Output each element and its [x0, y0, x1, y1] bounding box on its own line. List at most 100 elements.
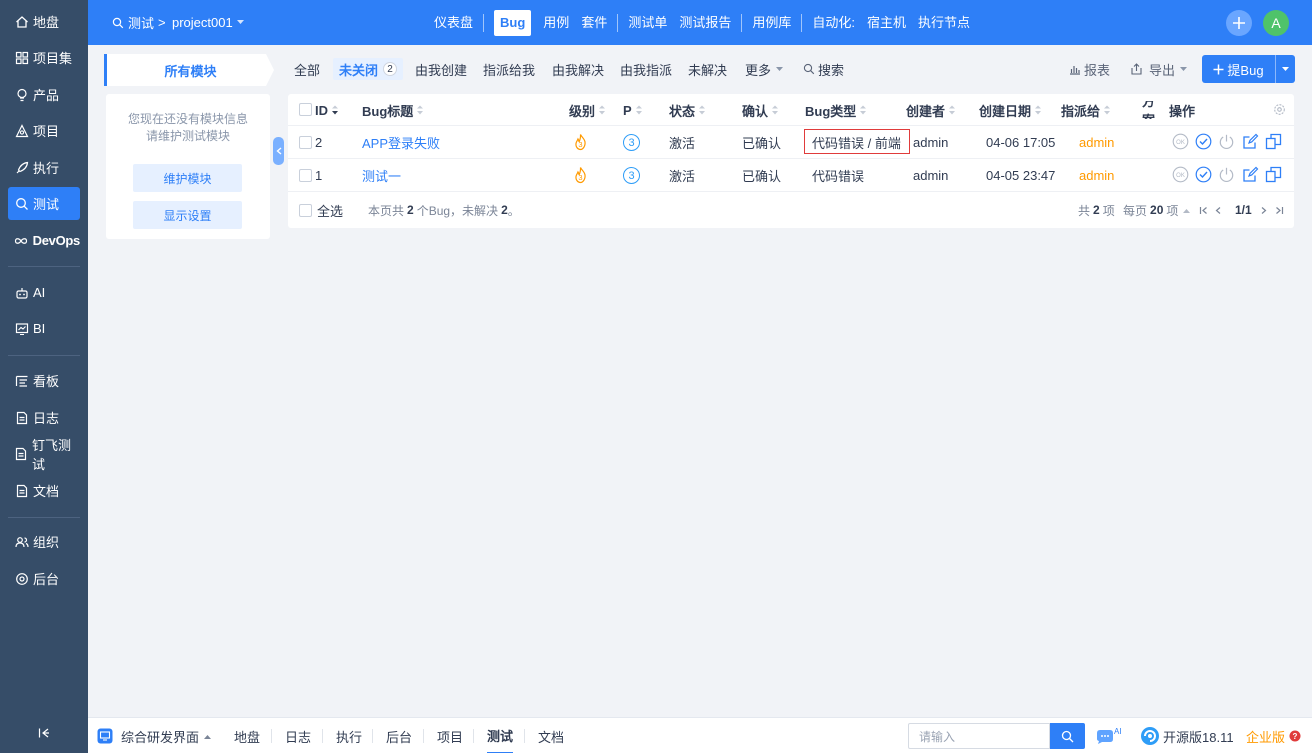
header-checkbox[interactable] [299, 103, 312, 116]
nav-bug[interactable]: Bug [494, 9, 532, 36]
filter-assigned-to-me[interactable]: 指派给我 [483, 58, 535, 80]
nav-caselib[interactable]: 用例库 [746, 10, 797, 36]
all-modules-tab[interactable]: 所有模块 [104, 54, 274, 86]
report-button[interactable]: 报表 [1069, 58, 1110, 80]
filter-assigned-by-me[interactable]: 由我指派 [620, 58, 672, 80]
bottom-link-docs[interactable]: 文档 [538, 718, 564, 753]
breadcrumb-module[interactable]: 测试 [112, 0, 154, 45]
create-bug-main[interactable]: 提Bug [1202, 55, 1275, 83]
sidebar-item-dashboard[interactable]: 地盘 [8, 5, 80, 38]
edit-bug-button[interactable] [1242, 133, 1259, 150]
bottom-link-dashboard[interactable]: 地盘 [234, 718, 260, 753]
table-settings-button[interactable] [1271, 101, 1288, 118]
first-page-button[interactable] [1197, 202, 1209, 218]
next-page-button[interactable] [1257, 202, 1269, 218]
column-header-priority[interactable]: P [623, 101, 643, 119]
sidebar-item-product[interactable]: 产品 [8, 78, 80, 111]
toggle-module-panel-button[interactable] [273, 137, 284, 165]
sidebar-item-test[interactable]: 测试 [8, 187, 80, 220]
bug-assigned-to[interactable]: admin [1079, 166, 1114, 184]
bottom-link-execution[interactable]: 执行 [336, 718, 362, 753]
maintain-module-button[interactable]: 维护模块 [133, 164, 242, 192]
column-header-assigned[interactable]: 指派给 [1061, 101, 1111, 119]
column-header-id[interactable]: ID [315, 101, 339, 119]
enterprise-link[interactable]: 企业版 ? [1246, 718, 1301, 753]
filter-all[interactable]: 全部 [294, 58, 320, 80]
copy-bug-button[interactable] [1265, 166, 1282, 183]
bottom-link-project[interactable]: 项目 [437, 718, 463, 753]
bottom-link-admin[interactable]: 后台 [386, 718, 412, 753]
filter-unclosed[interactable]: 未关闭 2 [333, 58, 404, 80]
column-header-confirmed[interactable]: 确认 [742, 101, 779, 119]
sidebar-item-kanban[interactable]: 看板 [8, 364, 80, 397]
confirm-bug-button[interactable]: OK [1172, 133, 1189, 150]
total-value: 2 [1093, 203, 1100, 217]
nav-exec-node[interactable]: 执行节点 [912, 10, 976, 36]
close-bug-button[interactable] [1218, 133, 1235, 150]
display-settings-button[interactable]: 显示设置 [133, 201, 242, 229]
column-header-resolution[interactable]: 方案 [1142, 101, 1157, 119]
per-page-dropdown[interactable]: 每页 20 项 [1123, 202, 1191, 218]
sidebar-item-admin[interactable]: 后台 [8, 562, 80, 595]
sidebar-item-dingfei-test[interactable]: 钉飞测试 [8, 437, 80, 472]
sidebar-item-log[interactable]: 日志 [8, 401, 80, 434]
workspace-switcher[interactable]: 综合研发界面 [97, 718, 212, 753]
sidebar-item-program[interactable]: 项目集 [8, 41, 80, 74]
user-avatar[interactable]: A [1263, 10, 1289, 36]
close-bug-button[interactable] [1218, 166, 1235, 183]
nav-dashboard[interactable]: 仪表盘 [428, 10, 479, 36]
bottom-link-test[interactable]: 测试 [487, 718, 514, 753]
filter-more-dropdown[interactable]: 更多 [745, 58, 784, 80]
nav-host[interactable]: 宿主机 [861, 10, 912, 36]
column-header-type[interactable]: Bug类型 [805, 101, 867, 119]
sidebar-item-devops[interactable]: DevOps [8, 224, 80, 257]
nav-case[interactable]: 用例 [537, 10, 575, 36]
select-all-label[interactable]: 全选 [317, 202, 343, 219]
edit-bug-button[interactable] [1242, 166, 1259, 183]
confirm-bug-button[interactable]: OK [1172, 166, 1189, 183]
nav-testtask[interactable]: 测试单 [622, 10, 673, 36]
row-checkbox[interactable] [299, 169, 312, 182]
quick-create-button[interactable] [1226, 10, 1252, 36]
sidebar-item-organization[interactable]: 组织 [8, 525, 80, 558]
nav-testreport[interactable]: 测试报告 [673, 10, 737, 36]
filter-resolved-by-me[interactable]: 由我解决 [552, 58, 604, 80]
column-header-creator[interactable]: 创建者 [906, 101, 956, 119]
column-header-date[interactable]: 创建日期 [979, 101, 1042, 119]
prev-page-button[interactable] [1212, 202, 1224, 218]
bug-title-link[interactable]: 测试一 [362, 166, 401, 184]
project-switcher[interactable]: project001 [172, 0, 244, 45]
version-info[interactable]: 开源版18.11 [1140, 718, 1234, 753]
bottom-link-log[interactable]: 日志 [285, 718, 311, 753]
create-bug-button[interactable]: 提Bug [1202, 55, 1295, 83]
bottom-divider [473, 729, 474, 743]
ai-assistant-button[interactable]: AI [1096, 718, 1122, 753]
filter-created-by-me[interactable]: 由我创建 [415, 58, 467, 80]
column-header-title[interactable]: Bug标题 [362, 101, 424, 119]
filter-unresolved[interactable]: 未解决 [688, 58, 727, 80]
export-dropdown[interactable]: 导出 [1130, 58, 1188, 80]
sidebar-item-docs[interactable]: 文档 [8, 474, 80, 507]
create-bug-dropdown[interactable] [1275, 55, 1295, 83]
sidebar-item-label: BI [33, 321, 46, 336]
bug-assigned-to[interactable]: admin [1079, 133, 1114, 151]
search-toggle[interactable]: 搜索 [803, 58, 844, 80]
nav-suite[interactable]: 套件 [575, 10, 613, 36]
copy-bug-button[interactable] [1265, 133, 1282, 150]
sidebar-item-bi[interactable]: BI [8, 312, 80, 345]
resolve-bug-button[interactable] [1195, 133, 1212, 150]
bottom-divider [372, 729, 373, 743]
global-search-button[interactable] [1050, 723, 1085, 749]
row-checkbox[interactable] [299, 136, 312, 149]
bug-title-link[interactable]: APP登录失败 [362, 133, 440, 151]
column-header-status[interactable]: 状态 [669, 101, 706, 119]
select-all-checkbox[interactable] [299, 204, 312, 217]
sidebar-item-execution[interactable]: 执行 [8, 151, 80, 184]
global-search-input[interactable]: 请输入 [908, 723, 1050, 749]
column-header-severity[interactable]: 级别 [569, 101, 606, 119]
collapse-sidebar-button[interactable] [34, 723, 54, 743]
sidebar-item-ai[interactable]: AI [8, 276, 80, 309]
last-page-button[interactable] [1273, 202, 1285, 218]
resolve-bug-button[interactable] [1195, 166, 1212, 183]
sidebar-item-project[interactable]: 项目 [8, 114, 80, 147]
